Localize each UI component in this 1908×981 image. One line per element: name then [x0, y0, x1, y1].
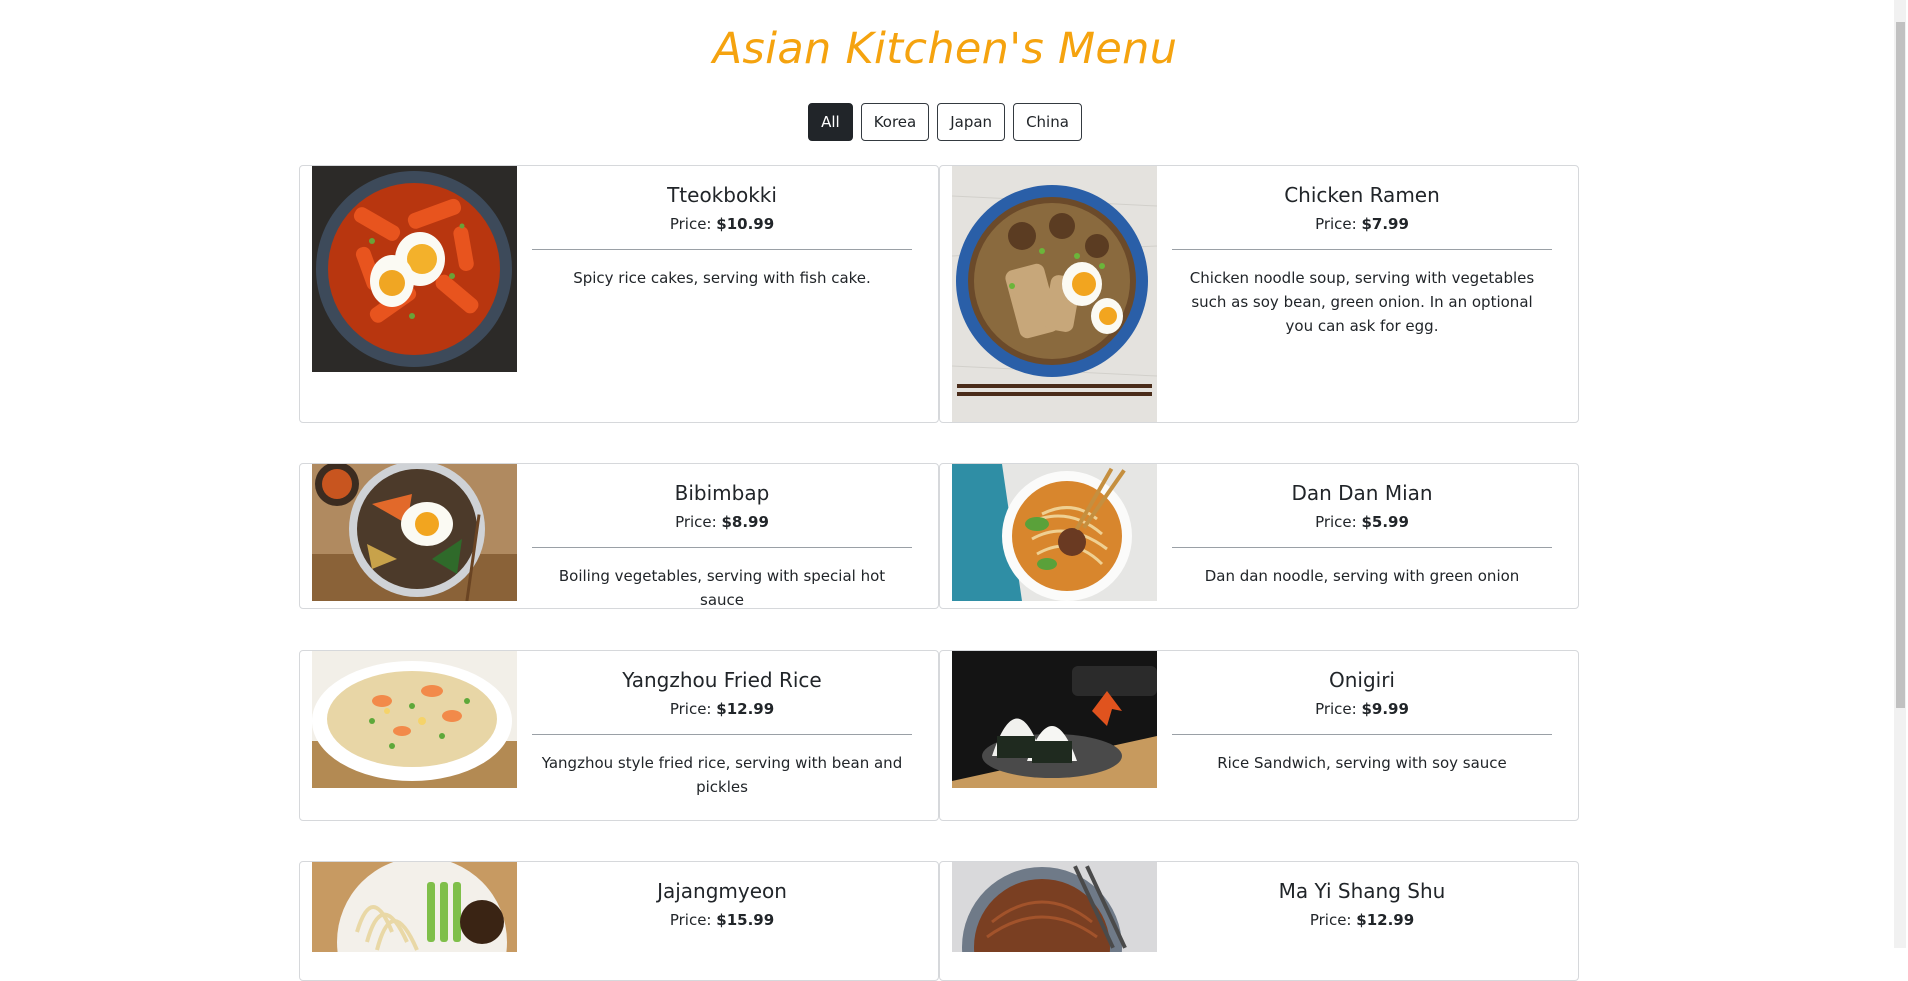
dish-description: Dan dan noodle, serving with green onion: [1204, 567, 1520, 585]
dish-price: Price: $7.99: [1315, 215, 1409, 233]
dish-name: Dan Dan Mian: [1291, 481, 1433, 505]
dish-name: Onigiri: [1328, 668, 1395, 692]
dish-name: Yangzhou Fried Rice: [622, 668, 822, 692]
menu-card: Jajangmyeon Price: $15.99: [299, 861, 939, 981]
card-body: Chicken Ramen Price: $7.99 Chicken noodl…: [1172, 166, 1552, 338]
dish-name: Tteokbokki: [667, 183, 777, 207]
card-body: Dan Dan Mian Price: $5.99 Dan dan noodle…: [1172, 464, 1552, 588]
dish-name: Jajangmyeon: [657, 879, 787, 903]
bibimbap-photo: [312, 464, 517, 601]
divider: [1172, 249, 1552, 250]
price-value: $7.99: [1361, 215, 1409, 233]
menu-card: Onigiri Price: $9.99 Rice Sandwich, serv…: [939, 650, 1579, 821]
divider: [532, 249, 912, 250]
tteokbokki-photo: [312, 166, 517, 372]
divider: [532, 734, 912, 735]
dish-price: Price: $15.99: [669, 911, 775, 929]
card-body: Ma Yi Shang Shu Price: $12.99: [1172, 862, 1552, 930]
dish-price: Price: $8.99: [675, 513, 769, 531]
scrollbar-thumb[interactable]: [1896, 22, 1905, 708]
divider: [1172, 734, 1552, 735]
onigiri-photo: [952, 651, 1157, 788]
divider: [532, 547, 912, 548]
dish-description: Boiling vegetables, serving with special…: [558, 567, 886, 609]
price-value: $9.99: [1361, 700, 1409, 718]
price-value: $10.99: [716, 215, 775, 233]
ma-yi-shang-shu-photo: [952, 862, 1157, 952]
menu-grid: Tteokbokki Price: $10.99 Spicy rice cake…: [0, 0, 1908, 981]
dish-price: Price: $10.99: [669, 215, 775, 233]
dish-price: Price: $9.99: [1315, 700, 1409, 718]
dish-description: Yangzhou style fried rice, serving with …: [541, 754, 903, 796]
card-body: Yangzhou Fried Rice Price: $12.99 Yangzh…: [532, 651, 912, 799]
price-value: $12.99: [716, 700, 775, 718]
dish-description: Spicy rice cakes, serving with fish cake…: [573, 269, 871, 287]
card-body: Jajangmyeon Price: $15.99: [532, 862, 912, 930]
dish-name: Bibimbap: [674, 481, 770, 505]
dish-price: Price: $12.99: [669, 700, 775, 718]
price-value: $8.99: [721, 513, 769, 531]
dish-description: Rice Sandwich, serving with soy sauce: [1217, 754, 1507, 772]
price-value: $12.99: [1356, 911, 1415, 929]
price-value: $15.99: [716, 911, 775, 929]
dan-dan-mian-photo: [952, 464, 1157, 601]
menu-card: Dan Dan Mian Price: $5.99 Dan dan noodle…: [939, 463, 1579, 609]
divider: [1172, 547, 1552, 548]
card-body: Onigiri Price: $9.99 Rice Sandwich, serv…: [1172, 651, 1552, 775]
price-value: $5.99: [1361, 513, 1409, 531]
fried-rice-photo: [312, 651, 517, 788]
dish-price: Price: $5.99: [1315, 513, 1409, 531]
card-body: Bibimbap Price: $8.99 Boiling vegetables…: [532, 464, 912, 612]
menu-card: Tteokbokki Price: $10.99 Spicy rice cake…: [299, 165, 939, 423]
dish-name: Ma Yi Shang Shu: [1278, 879, 1446, 903]
chicken-ramen-photo: [952, 166, 1157, 422]
menu-card: Yangzhou Fried Rice Price: $12.99 Yangzh…: [299, 650, 939, 821]
menu-card: Ma Yi Shang Shu Price: $12.99: [939, 861, 1579, 981]
jajangmyeon-photo: [312, 862, 517, 952]
dish-description: Chicken noodle soup, serving with vegeta…: [1189, 269, 1535, 335]
menu-card: Chicken Ramen Price: $7.99 Chicken noodl…: [939, 165, 1579, 423]
menu-card: Bibimbap Price: $8.99 Boiling vegetables…: [299, 463, 939, 609]
dish-price: Price: $12.99: [1309, 911, 1415, 929]
dish-name: Chicken Ramen: [1284, 183, 1440, 207]
card-body: Tteokbokki Price: $10.99 Spicy rice cake…: [532, 166, 912, 290]
